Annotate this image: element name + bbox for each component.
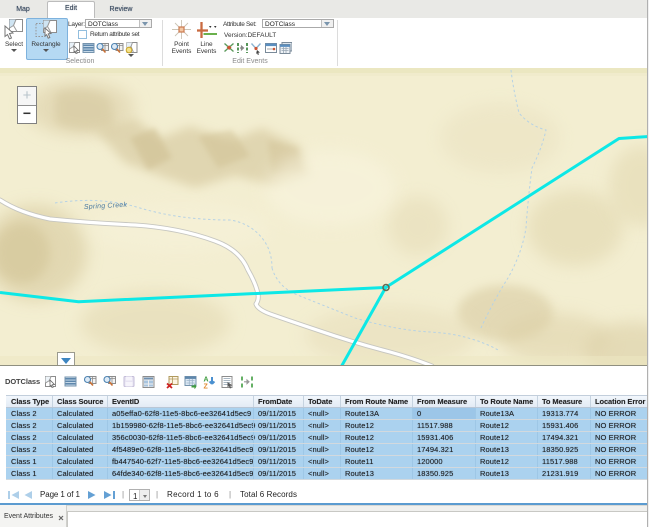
svg-text:A: A [204, 377, 209, 384]
svg-text:Z: Z [204, 384, 209, 390]
